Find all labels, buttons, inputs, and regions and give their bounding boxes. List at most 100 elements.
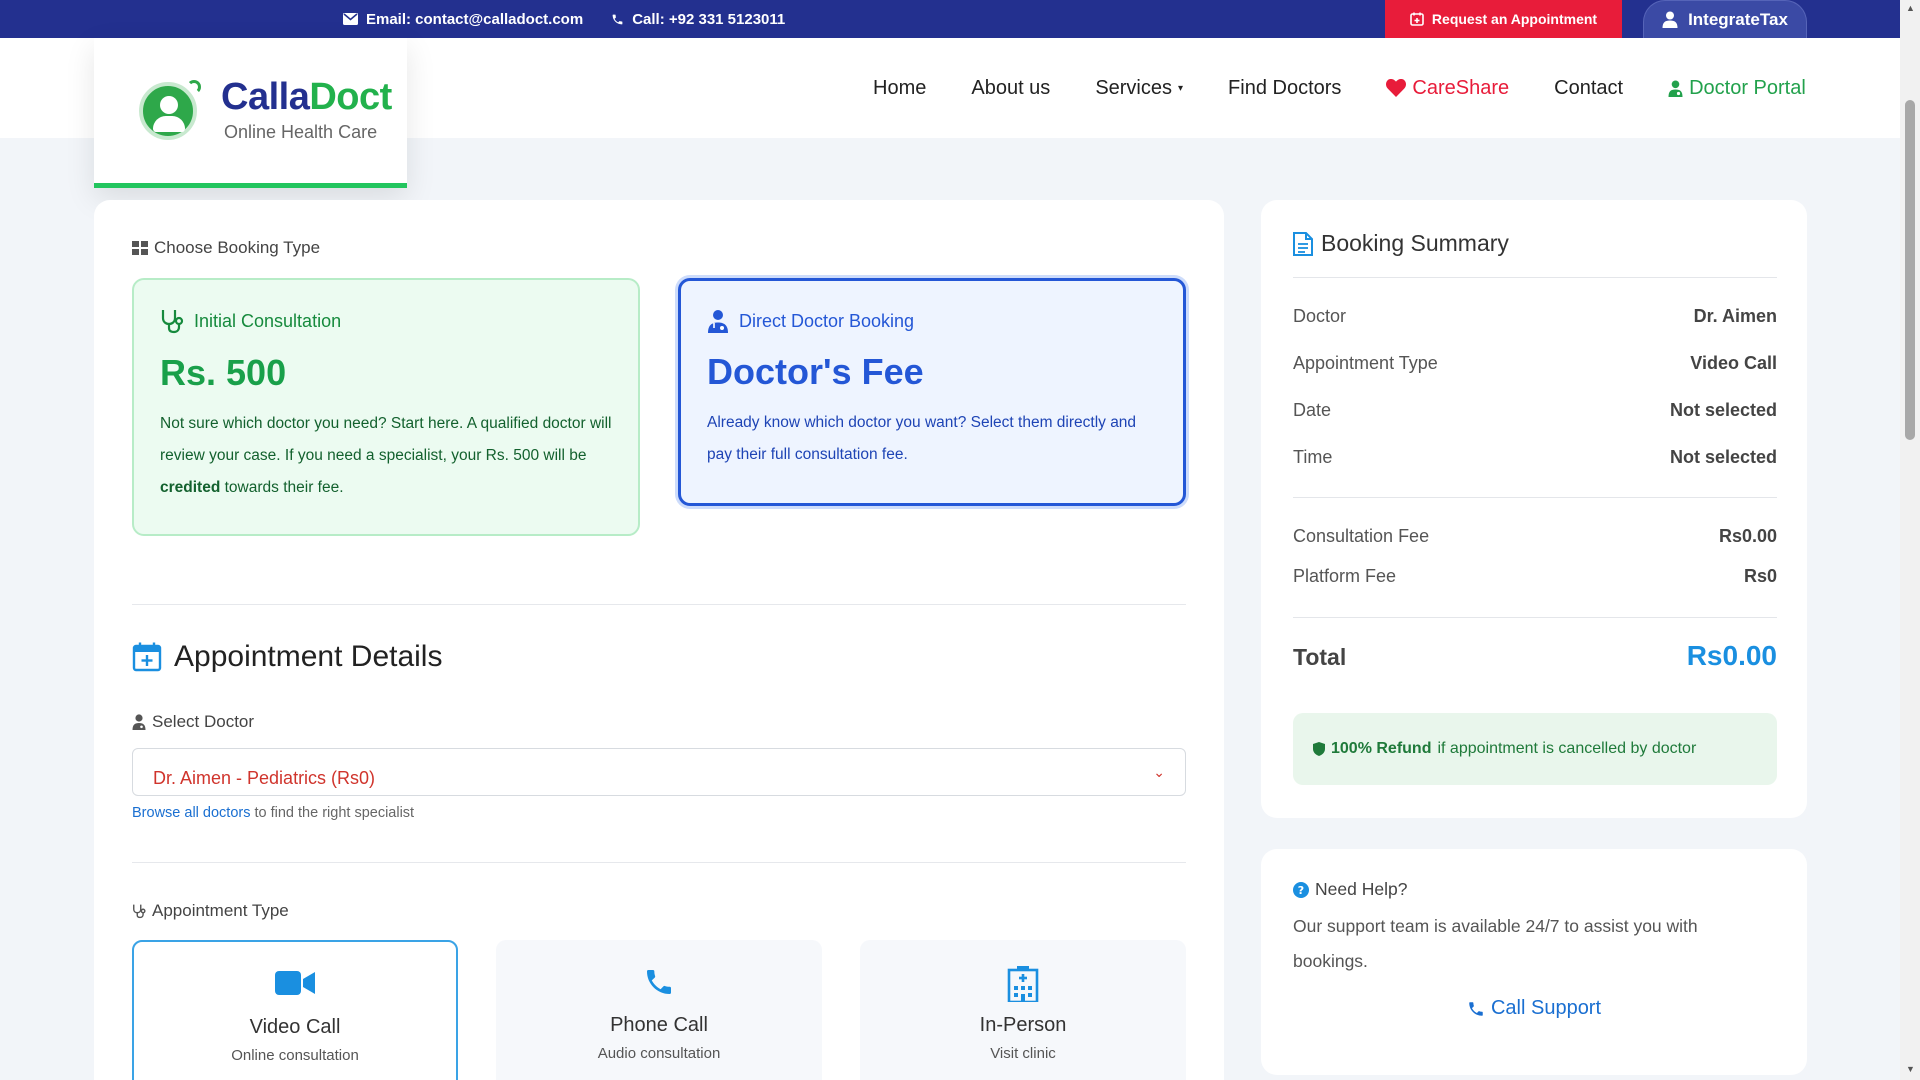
- phone-call-label: Phone Call: [610, 1014, 708, 1036]
- nav-careshare-label: CareShare: [1412, 76, 1510, 99]
- chevron-down-icon: ⌄: [1153, 763, 1165, 780]
- total-value: Rs0.00: [1686, 640, 1777, 671]
- integratetax-label: IntegrateTax: [1688, 9, 1788, 29]
- integratetax-button[interactable]: IntegrateTax: [1643, 0, 1807, 38]
- request-appointment-button[interactable]: Request an Appointment: [1385, 0, 1622, 38]
- booking-summary-title: Booking Summary: [1293, 230, 1509, 257]
- caret-down-icon: ▾: [1178, 82, 1184, 94]
- summary-row-doctor: Doctor Dr. Aimen: [1293, 306, 1777, 327]
- summary-row-platform-fee: Platform Fee Rs0: [1293, 566, 1777, 587]
- logo[interactable]: CallaDoct Online Health Care: [94, 38, 407, 188]
- initial-consultation-price: Rs. 500: [160, 352, 287, 393]
- booking-type-label: Choose Booking Type: [132, 238, 320, 258]
- user-doctor-icon: [708, 310, 728, 333]
- initial-consultation-option[interactable]: Initial Consultation Rs. 500 Not sure wh…: [132, 278, 640, 536]
- nav-doctor-portal-label: Doctor Portal: [1689, 76, 1806, 99]
- summary-time-value: Not selected: [1669, 447, 1777, 467]
- video-call-label: Video Call: [249, 1016, 341, 1038]
- summary-row-time: Time Not selected: [1293, 447, 1777, 468]
- summary-row-type: Appointment Type Video Call: [1293, 353, 1777, 374]
- divider: [1293, 617, 1777, 618]
- brand-tagline: Online Health Care: [224, 122, 378, 142]
- appointment-details-title: Appointment Details: [132, 640, 442, 674]
- summary-total: Total Rs0.00: [1293, 640, 1777, 672]
- appointment-type-video-call[interactable]: Video Call Online consultation: [132, 940, 458, 1080]
- summary-doctor-key: Doctor: [1293, 306, 1347, 326]
- direct-doctor-booking-option[interactable]: Direct Doctor Booking Doctor's Fee Alrea…: [678, 278, 1186, 506]
- divider: [1293, 277, 1777, 278]
- nav-services[interactable]: Services ▾: [1095, 77, 1183, 100]
- nav-home[interactable]: Home: [873, 77, 926, 100]
- summary-row-consultation-fee: Consultation Fee Rs0.00: [1293, 526, 1777, 547]
- appointment-type-phone-call[interactable]: Phone Call Audio consultation: [496, 940, 822, 1080]
- email-link[interactable]: Email: contact@calladoct.com: [343, 11, 583, 28]
- platform-fee-value: Rs0: [1743, 566, 1777, 586]
- envelope-icon: [343, 13, 358, 25]
- svg-text:?: ?: [1298, 884, 1304, 897]
- in-person-sub: Visit clinic: [990, 1045, 1056, 1062]
- shield-icon: [1313, 742, 1325, 756]
- scroll-thumb[interactable]: [1905, 100, 1915, 440]
- appointment-type-in-person[interactable]: In-Person Visit clinic: [860, 940, 1186, 1080]
- initial-consultation-desc: Not sure which doctor you need? Start he…: [160, 415, 612, 496]
- appointment-type-label: Appointment Type: [132, 901, 289, 921]
- browse-hint-text: to find the right specialist: [250, 805, 415, 821]
- in-person-label: In-Person: [979, 1014, 1067, 1036]
- browse-doctors-hint: Browse all doctors to find the right spe…: [132, 805, 414, 821]
- phone-link[interactable]: Call: +92 331 5123011: [611, 11, 785, 28]
- top-bar: Email: contact@calladoct.com Call: +92 3…: [0, 0, 1900, 38]
- select-doctor-label-text: Select Doctor: [152, 712, 255, 731]
- browse-all-doctors-link[interactable]: Browse all doctors: [132, 805, 250, 821]
- main-nav: Home About us Services ▾ Find Doctors Car…: [873, 38, 1806, 138]
- video-call-sub: Online consultation: [231, 1047, 359, 1064]
- booking-type-label-text: Choose Booking Type: [154, 238, 321, 257]
- nav-about[interactable]: About us: [971, 77, 1050, 100]
- divider: [1293, 497, 1777, 498]
- document-icon: [1293, 231, 1313, 256]
- calendar-plus-icon: [132, 642, 162, 672]
- platform-fee-key: Platform Fee: [1293, 566, 1397, 586]
- direct-doctor-booking-price: Doctor's Fee: [707, 351, 924, 392]
- booking-summary-card: Booking Summary Doctor Dr. Aimen Appointm…: [1261, 200, 1807, 818]
- nav-services-label: Services: [1095, 76, 1173, 99]
- direct-doctor-booking-head: Direct Doctor Booking: [707, 309, 1157, 333]
- email-text: Email: contact@calladoct.com: [366, 10, 584, 28]
- doctor-select[interactable]: Dr. Aimen - Pediatrics (Rs0) ⌄: [132, 748, 1186, 796]
- initial-consultation-head: Initial Consultation: [160, 308, 612, 334]
- phone-call-sub: Audio consultation: [597, 1045, 721, 1062]
- stethoscope-icon: [161, 310, 184, 334]
- user-doctor-icon: [132, 714, 146, 730]
- initial-consultation-title: Initial Consultation: [194, 310, 342, 331]
- phone-icon: [1469, 1001, 1483, 1016]
- call-support-button[interactable]: Call Support: [1261, 997, 1807, 1020]
- question-circle-icon: ?: [1293, 881, 1309, 898]
- scroll-down-icon[interactable]: ▼: [1906, 1064, 1915, 1074]
- summary-time-key: Time: [1293, 447, 1333, 467]
- nav-careshare[interactable]: CareShare: [1386, 77, 1509, 100]
- total-label: Total: [1293, 644, 1347, 670]
- scrollbar[interactable]: ▲ ▼: [1900, 0, 1920, 1080]
- video-icon: [275, 971, 315, 995]
- phone-icon: [612, 14, 623, 24]
- summary-type-key: Appointment Type: [1293, 353, 1438, 373]
- call-support-label: Call Support: [1490, 997, 1602, 1019]
- need-help-title-text: Need Help?: [1315, 879, 1408, 899]
- summary-doctor-value: Dr. Aimen: [1693, 306, 1777, 326]
- appointment-type-label-text: Appointment Type: [152, 901, 289, 920]
- consultation-fee-value: Rs0.00: [1718, 526, 1777, 546]
- booking-form-card: Choose Booking Type Initial Consultation…: [94, 200, 1224, 1080]
- phone-icon: [647, 970, 671, 994]
- nav-doctor-portal[interactable]: Doctor Portal: [1668, 77, 1806, 100]
- divider: [132, 604, 1186, 605]
- nav-find-doctors[interactable]: Find Doctors: [1228, 77, 1341, 100]
- appointment-details-title-text: Appointment Details: [174, 640, 443, 673]
- nav-contact[interactable]: Contact: [1554, 77, 1623, 100]
- booking-summary-title-text: Booking Summary: [1321, 230, 1509, 256]
- phone-text: Call: +92 331 5123011: [632, 10, 786, 28]
- user-icon: [1662, 11, 1678, 28]
- summary-date-key: Date: [1293, 400, 1332, 420]
- direct-doctor-booking-desc: Already know which doctor you want? Sele…: [707, 414, 1137, 463]
- select-doctor-label: Select Doctor: [132, 712, 254, 732]
- calendar-plus-icon: [1410, 12, 1424, 26]
- scroll-up-icon[interactable]: ▲: [1906, 3, 1915, 13]
